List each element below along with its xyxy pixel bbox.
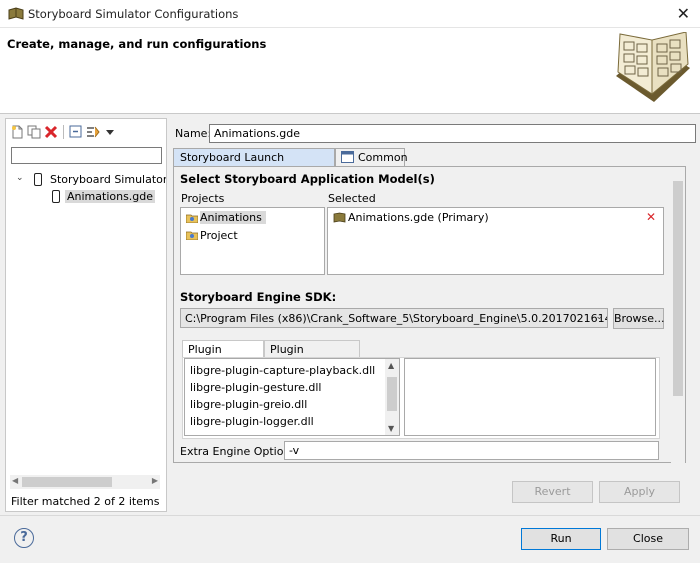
- plugin-options-detail: [404, 358, 656, 436]
- tab-plugin-options[interactable]: Plugin Options: [182, 340, 264, 369]
- project-item-project[interactable]: Project: [200, 229, 238, 242]
- model-section-heading: Select Storyboard Application Model(s): [180, 172, 435, 186]
- tree-item-storyboard-simulator[interactable]: ⌄ Storyboard Simulator Co: [6, 171, 166, 188]
- selected-label: Selected: [328, 192, 376, 205]
- remove-model-icon[interactable]: ✕: [646, 210, 656, 224]
- apply-button[interactable]: Apply: [599, 481, 680, 503]
- close-window-icon[interactable]: ✕: [677, 4, 690, 23]
- phone-icon: [52, 190, 60, 203]
- filter-input[interactable]: [12, 148, 161, 163]
- chevron-down-icon: ⌄: [595, 312, 603, 322]
- sdk-section-heading: Storyboard Engine SDK:: [180, 290, 337, 304]
- tab-storyboard-launch-parameters[interactable]: Storyboard Launch Parameters: [173, 148, 335, 177]
- tab-common-label: Common: [358, 151, 408, 164]
- tree-item-animations-gde[interactable]: Animations.gde: [6, 188, 166, 205]
- scrollbar-thumb[interactable]: [22, 477, 112, 487]
- filter-status: Filter matched 2 of 2 items: [11, 495, 160, 508]
- sdk-path-select[interactable]: C:\Program Files (x86)\Crank_Software_5\…: [180, 308, 608, 328]
- scroll-left-icon[interactable]: ◀: [12, 476, 18, 485]
- close-button[interactable]: Close: [607, 528, 689, 550]
- tree-item-label: Animations.gde: [65, 190, 156, 203]
- plugin-item[interactable]: libgre-plugin-logger.dll: [190, 415, 314, 428]
- scroll-up-icon[interactable]: ▲: [388, 361, 394, 370]
- name-label: Name:: [175, 127, 212, 140]
- window-title: Storyboard Simulator Configurations: [28, 7, 239, 21]
- extra-engine-options-label: Extra Engine Options:: [180, 445, 300, 458]
- header-banner: Create, manage, and run configurations: [0, 28, 700, 114]
- scroll-down-icon[interactable]: ▼: [388, 424, 394, 433]
- title-bar: Storyboard Simulator Configurations ✕: [0, 0, 700, 28]
- project-icon: [186, 214, 198, 223]
- filter-input-wrapper: [11, 147, 162, 164]
- configuration-list-pane: ⌄ Storyboard Simulator Co Animations.gde…: [5, 118, 167, 512]
- duplicate-icon[interactable]: [27, 125, 41, 139]
- tree-item-label: Storyboard Simulator Co: [50, 173, 166, 186]
- storyboard-book-icon: [616, 32, 690, 102]
- dropdown-arrow-icon[interactable]: [103, 125, 117, 139]
- revert-button[interactable]: Revert: [512, 481, 593, 503]
- extra-engine-options-input[interactable]: -v: [284, 441, 659, 460]
- config-toolbar: [10, 122, 117, 142]
- footer-divider: [0, 515, 700, 516]
- scroll-right-icon[interactable]: ▶: [152, 476, 158, 485]
- toolbar-separator: [63, 125, 64, 139]
- vertical-scrollbar[interactable]: [671, 167, 685, 463]
- new-config-icon[interactable]: [10, 125, 24, 139]
- tab-plugin-enablement[interactable]: Plugin Enablement: [264, 340, 360, 369]
- plugin-list-scrollbar[interactable]: ▲ ▼: [385, 359, 399, 435]
- storyboard-app-icon: [8, 7, 24, 20]
- project-icon: [186, 231, 198, 240]
- help-icon[interactable]: ?: [14, 528, 34, 548]
- sdk-path-value: C:\Program Files (x86)\Crank_Software_5\…: [185, 312, 607, 325]
- plugin-item[interactable]: libgre-plugin-capture-playback.dll: [190, 364, 375, 377]
- scrollbar-thumb[interactable]: [673, 181, 683, 396]
- chevron-down-icon[interactable]: ⌄: [16, 173, 24, 183]
- common-tab-icon: [341, 151, 354, 163]
- collapse-all-icon[interactable]: [69, 125, 83, 139]
- projects-label: Projects: [181, 192, 225, 205]
- plugin-item[interactable]: libgre-plugin-gesture.dll: [190, 381, 322, 394]
- phone-icon: [34, 173, 42, 186]
- horizontal-scrollbar[interactable]: ◀ ▶: [10, 475, 160, 489]
- selected-item-animations-gde[interactable]: Animations.gde (Primary): [348, 211, 489, 224]
- browse-button[interactable]: Browse...: [613, 308, 665, 329]
- project-item-animations[interactable]: Animations: [200, 211, 266, 224]
- delete-icon[interactable]: [44, 125, 58, 139]
- name-input[interactable]: Animations.gde: [209, 124, 696, 143]
- configuration-tree: ⌄ Storyboard Simulator Co Animations.gde: [6, 171, 166, 205]
- model-file-icon: [333, 212, 346, 223]
- scrollbar-thumb[interactable]: [387, 377, 397, 411]
- plugin-item[interactable]: libgre-plugin-greio.dll: [190, 398, 307, 411]
- filter-icon[interactable]: [86, 125, 100, 139]
- run-button[interactable]: Run: [521, 528, 601, 550]
- banner-heading: Create, manage, and run configurations: [7, 37, 267, 51]
